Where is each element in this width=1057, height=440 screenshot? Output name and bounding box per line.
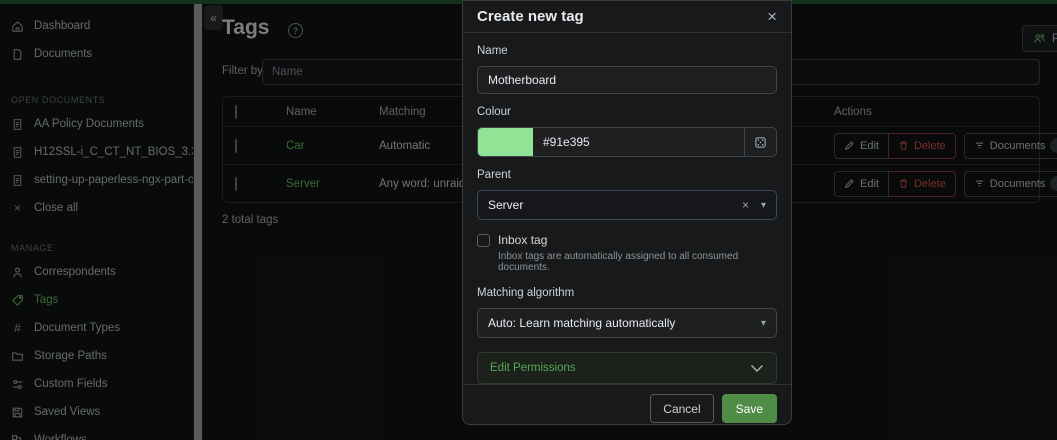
dice-icon <box>754 136 767 149</box>
inbox-tag-checkbox[interactable] <box>477 234 490 247</box>
colour-hex-input[interactable]: #91e395 <box>533 128 744 156</box>
create-tag-modal: Create new tag × Name Colour #91e395 Par… <box>462 0 792 425</box>
colour-input-group: #91e395 <box>477 127 777 157</box>
colour-field-label: Colour <box>477 106 777 122</box>
clear-icon[interactable]: × <box>742 198 749 212</box>
random-colour-button[interactable] <box>744 128 776 156</box>
modal-body: Name Colour #91e395 Parent Server × ▾ In… <box>463 33 791 384</box>
cancel-button[interactable]: Cancel <box>650 394 713 423</box>
inbox-tag-row: Inbox tag <box>477 232 777 248</box>
name-field-label: Name <box>477 45 777 61</box>
chevron-down-icon[interactable]: ▾ <box>761 200 766 211</box>
inbox-tag-label: Inbox tag <box>498 233 547 247</box>
save-button[interactable]: Save <box>722 394 777 423</box>
parent-field-label: Parent <box>477 169 777 185</box>
tag-name-input[interactable] <box>477 66 777 94</box>
edit-permissions-accordion[interactable]: Edit Permissions <box>477 352 777 384</box>
edit-permissions-label: Edit Permissions <box>490 362 576 374</box>
close-icon[interactable]: × <box>767 8 777 25</box>
colour-swatch <box>478 128 533 156</box>
matching-field-label: Matching algorithm <box>477 287 777 303</box>
modal-title: Create new tag <box>477 8 584 25</box>
inbox-tag-hint: Inbox tags are automatically assigned to… <box>498 251 777 273</box>
modal-header: Create new tag × <box>463 1 791 33</box>
chevron-down-icon <box>750 364 764 373</box>
modal-footer: Cancel Save <box>463 384 791 432</box>
parent-select[interactable]: Server × ▾ <box>477 190 777 220</box>
chevron-down-icon: ▾ <box>761 318 766 329</box>
app-window: Dashboard Documents OPEN DOCUMENTS AA Po… <box>0 0 1057 440</box>
matching-selected-value: Auto: Learn matching automatically <box>488 316 761 330</box>
parent-selected-value: Server <box>488 198 742 212</box>
matching-algorithm-select[interactable]: Auto: Learn matching automatically ▾ <box>477 308 777 338</box>
